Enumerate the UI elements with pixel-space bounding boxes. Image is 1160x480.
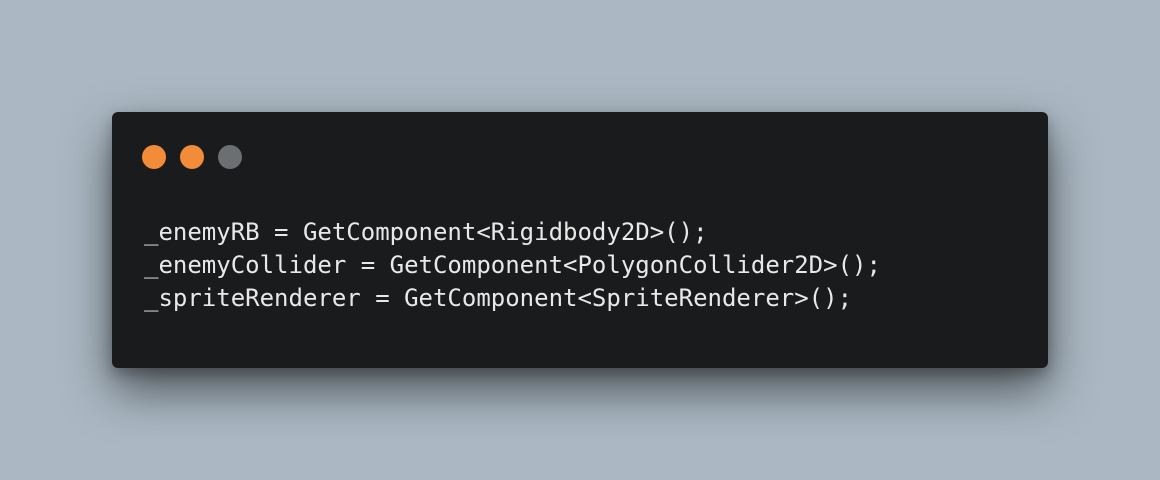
code-block: _enemyRB = GetComponent<Rigidbody2D>(); _… bbox=[144, 216, 881, 315]
code-line-sprite-renderer: _spriteRenderer = GetComponent<SpriteRen… bbox=[144, 284, 853, 312]
code-line-enemy-rb: _enemyRB = GetComponent<Rigidbody2D>(); bbox=[144, 218, 708, 246]
window-controls bbox=[142, 145, 242, 169]
close-window-dot-icon[interactable] bbox=[142, 145, 166, 169]
code-line-enemy-collider: _enemyCollider = GetComponent<PolygonCol… bbox=[144, 251, 881, 279]
maximize-window-dot-icon[interactable] bbox=[218, 145, 242, 169]
minimize-window-dot-icon[interactable] bbox=[180, 145, 204, 169]
code-window: _enemyRB = GetComponent<Rigidbody2D>(); _… bbox=[112, 112, 1048, 368]
